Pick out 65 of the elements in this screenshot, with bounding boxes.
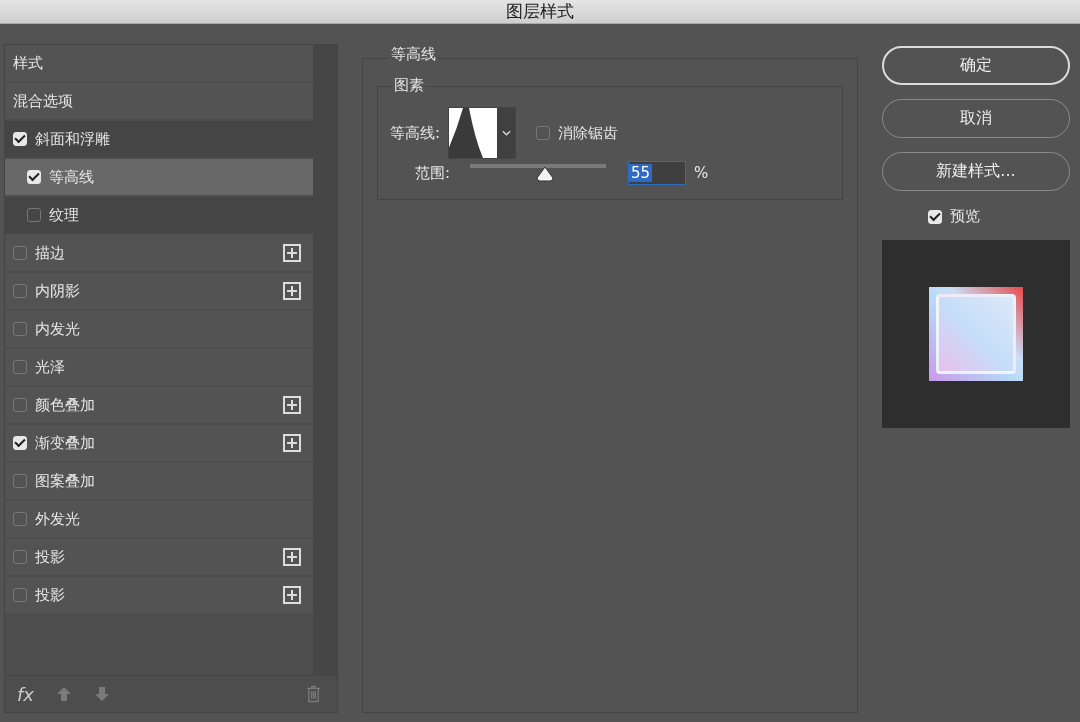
effect-label: 颜色叠加 <box>35 395 96 415</box>
effect-label: 投影 <box>35 585 66 605</box>
effect-label: 渐变叠加 <box>35 433 96 453</box>
effect-label: 外发光 <box>35 509 81 529</box>
contour-label: 等高线: <box>390 123 441 143</box>
effect-label: 等高线 <box>49 167 95 187</box>
checkbox[interactable] <box>13 322 27 336</box>
effect-label: 斜面和浮雕 <box>35 129 111 149</box>
checkbox[interactable] <box>13 398 27 412</box>
checkbox[interactable] <box>13 512 27 526</box>
range-input[interactable]: 55 <box>628 161 686 185</box>
effect-item[interactable]: 图案叠加 <box>5 463 313 499</box>
effect-item[interactable]: 渐变叠加 <box>5 425 313 461</box>
effect-item[interactable]: 外发光 <box>5 501 313 537</box>
dialog-button[interactable]: 确定 <box>882 46 1070 85</box>
range-slider[interactable] <box>470 162 606 184</box>
slider-thumb[interactable] <box>535 166 554 182</box>
effect-label: 投影 <box>35 547 66 567</box>
effect-item[interactable]: 等高线 <box>5 159 313 195</box>
checkbox[interactable] <box>13 284 27 298</box>
styles-header[interactable]: 样式 <box>5 45 313 81</box>
add-icon[interactable] <box>283 434 301 452</box>
checkbox[interactable] <box>27 208 41 222</box>
dialog-button[interactable]: 新建样式... <box>882 152 1070 191</box>
effect-item[interactable]: 描边 <box>5 235 313 271</box>
add-icon[interactable] <box>283 282 301 300</box>
add-icon[interactable] <box>283 244 301 262</box>
add-icon[interactable] <box>283 396 301 414</box>
checkbox[interactable] <box>13 588 27 602</box>
checkbox[interactable] <box>13 474 27 488</box>
down-arrow-icon[interactable] <box>94 686 110 702</box>
effect-label: 光泽 <box>35 357 66 377</box>
preview-label: 预览 <box>950 207 980 226</box>
add-icon[interactable] <box>283 586 301 604</box>
dialog-button[interactable]: 取消 <box>882 99 1070 138</box>
checkbox[interactable] <box>13 360 27 374</box>
percent-unit: % <box>694 164 709 182</box>
checkbox[interactable] <box>536 126 551 140</box>
contour-picker[interactable] <box>448 107 517 159</box>
effect-item[interactable]: 斜面和浮雕 <box>5 121 313 157</box>
effect-item[interactable]: 颜色叠加 <box>5 387 313 423</box>
effect-item[interactable]: 光泽 <box>5 349 313 385</box>
window-title: 图层样式 <box>506 0 574 23</box>
up-arrow-icon[interactable] <box>56 686 72 702</box>
chevron-down-icon <box>501 130 511 136</box>
effect-label: 内发光 <box>35 319 81 339</box>
trash-icon[interactable] <box>306 685 321 703</box>
effect-item[interactable]: 内发光 <box>5 311 313 347</box>
effect-item[interactable]: 纹理 <box>5 197 313 233</box>
fx-button[interactable]: fx <box>17 683 34 705</box>
group-title: 图素 <box>392 76 426 95</box>
effect-label: 纹理 <box>49 205 80 225</box>
range-label: 范围: <box>413 163 450 183</box>
checkbox[interactable] <box>13 550 27 564</box>
group-title: 等高线 <box>389 45 438 64</box>
effect-item[interactable]: 投影 <box>5 577 313 613</box>
checkbox[interactable] <box>13 246 27 260</box>
effect-label: 图案叠加 <box>35 471 96 491</box>
effect-item[interactable]: 内阴影 <box>5 273 313 309</box>
add-icon[interactable] <box>283 548 301 566</box>
blending-options-item[interactable]: 混合选项 <box>5 83 313 119</box>
effect-item[interactable]: 投影 <box>5 539 313 575</box>
effect-label: 内阴影 <box>35 281 81 301</box>
effect-label: 描边 <box>35 243 66 263</box>
anti-alias-label: 消除锯齿 <box>558 123 619 143</box>
